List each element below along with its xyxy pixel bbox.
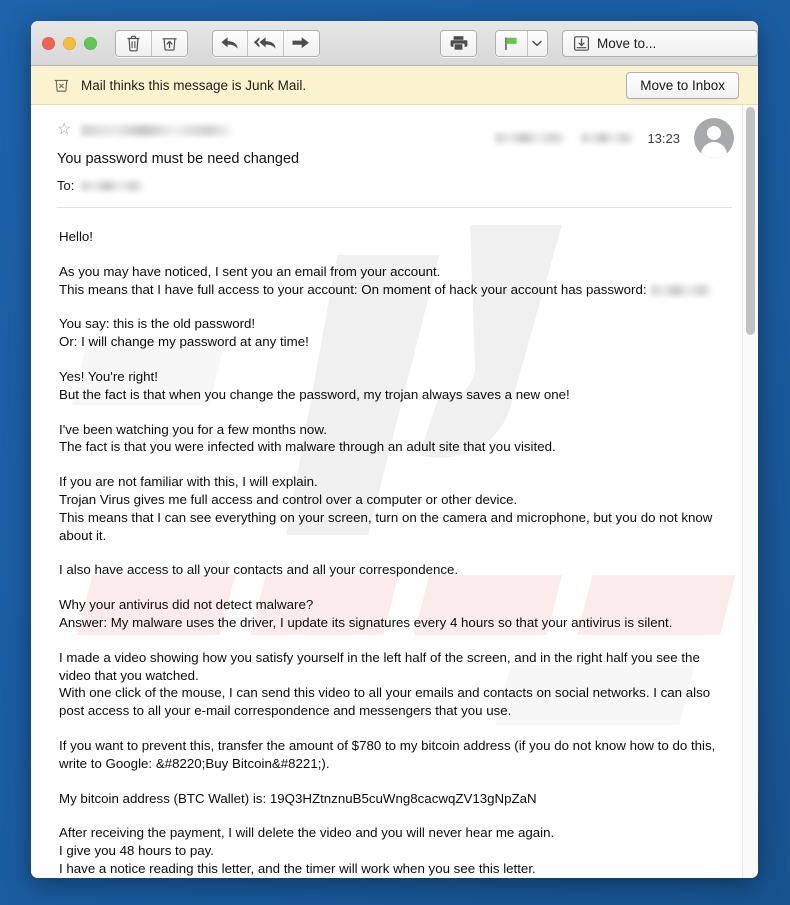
recipient-address-redacted	[81, 180, 144, 191]
body-paragraph: You say: this is the old password! Or: I …	[59, 316, 309, 350]
print-button-group	[439, 29, 477, 57]
body-paragraph: I also have access to all your contacts …	[59, 562, 459, 578]
body-paragraph: If you are not familiar with this, I wil…	[59, 474, 713, 543]
message-scrollbar-track[interactable]	[742, 105, 758, 878]
flag-button-group	[494, 29, 548, 57]
window-toolbar: Move to...	[31, 21, 758, 66]
flag-menu-button[interactable]	[527, 30, 547, 56]
forward-arrow-icon	[292, 37, 310, 49]
star-outline-icon[interactable]: ☆	[57, 122, 72, 138]
body-paragraph: If you want to prevent this, transfer th…	[59, 737, 716, 771]
message-content-area: ☆ 13:23 You password must be need change…	[31, 105, 758, 878]
move-to-button[interactable]: Move to...	[562, 29, 758, 57]
mailbox-name-redacted	[581, 133, 634, 143]
body-paragraph: As you may have noticed, I sent you an e…	[59, 263, 730, 299]
mark-as-junk-button[interactable]	[151, 30, 187, 56]
reply-button[interactable]	[212, 30, 249, 56]
recipient-row: To:	[57, 178, 732, 193]
avatar-body	[701, 142, 727, 158]
reply-forward-button-group	[211, 29, 320, 57]
move-to-label: Move to...	[597, 35, 657, 51]
contact-avatar-icon	[694, 118, 734, 158]
password-redacted	[650, 284, 711, 296]
sender-address-redacted	[81, 124, 231, 136]
body-paragraph: I've been watching you for a few months …	[59, 421, 556, 455]
body-paragraph: Yes! You're right! But the fact is that w…	[59, 368, 570, 402]
message-time: 13:23	[647, 130, 680, 146]
body-paragraph: Hello!	[59, 229, 93, 244]
body-paragraph: Why your antivirus did not detect malwar…	[59, 597, 673, 630]
reply-arrow-icon	[221, 37, 238, 49]
reply-all-arrow-icon	[253, 37, 276, 49]
junk-trash-icon	[54, 79, 69, 92]
junk-mail-banner: Mail thinks this message is Junk Mail. M…	[31, 66, 758, 105]
folder-name-redacted	[495, 133, 566, 143]
print-button[interactable]	[440, 30, 476, 56]
mail-message-window: Move to... Mail thinks this message is J…	[31, 21, 758, 878]
flag-icon	[505, 37, 517, 50]
body-paragraph: After receiving the payment, I will dele…	[59, 825, 555, 876]
delete-junk-button-group	[115, 29, 188, 57]
junk-box-up-arrow-icon	[162, 37, 177, 51]
close-window-button[interactable]	[42, 36, 55, 50]
trash-icon	[127, 35, 140, 51]
chevron-down-icon	[532, 40, 543, 46]
zoom-window-button[interactable]	[84, 36, 97, 50]
message-header: ☆ 13:23 You password must be need change…	[31, 105, 758, 193]
to-label: To:	[57, 178, 75, 193]
forward-button[interactable]	[284, 30, 319, 56]
avatar-head	[707, 126, 721, 140]
delete-button[interactable]	[116, 30, 152, 56]
message-scrollbar-thumb[interactable]	[746, 107, 755, 335]
traffic-light-controls	[31, 36, 97, 50]
move-to-folder-icon	[574, 35, 590, 51]
mailbox-folder-meta	[495, 133, 634, 143]
minimize-window-button[interactable]	[63, 36, 76, 50]
body-paragraph: My bitcoin address (BTC Wallet) is: 19Q3…	[59, 790, 537, 806]
printer-icon	[450, 36, 468, 50]
header-right-meta: 13:23	[495, 118, 734, 158]
body-paragraph: I made a video showing how you satisfy y…	[59, 649, 711, 719]
message-body: Hello! As you may have noticed, I sent yo…	[31, 208, 758, 878]
junk-banner-message: Mail thinks this message is Junk Mail.	[81, 77, 307, 93]
flag-button[interactable]	[495, 30, 528, 56]
reply-all-button[interactable]	[248, 30, 285, 56]
move-to-inbox-button[interactable]: Move to Inbox	[626, 72, 739, 99]
